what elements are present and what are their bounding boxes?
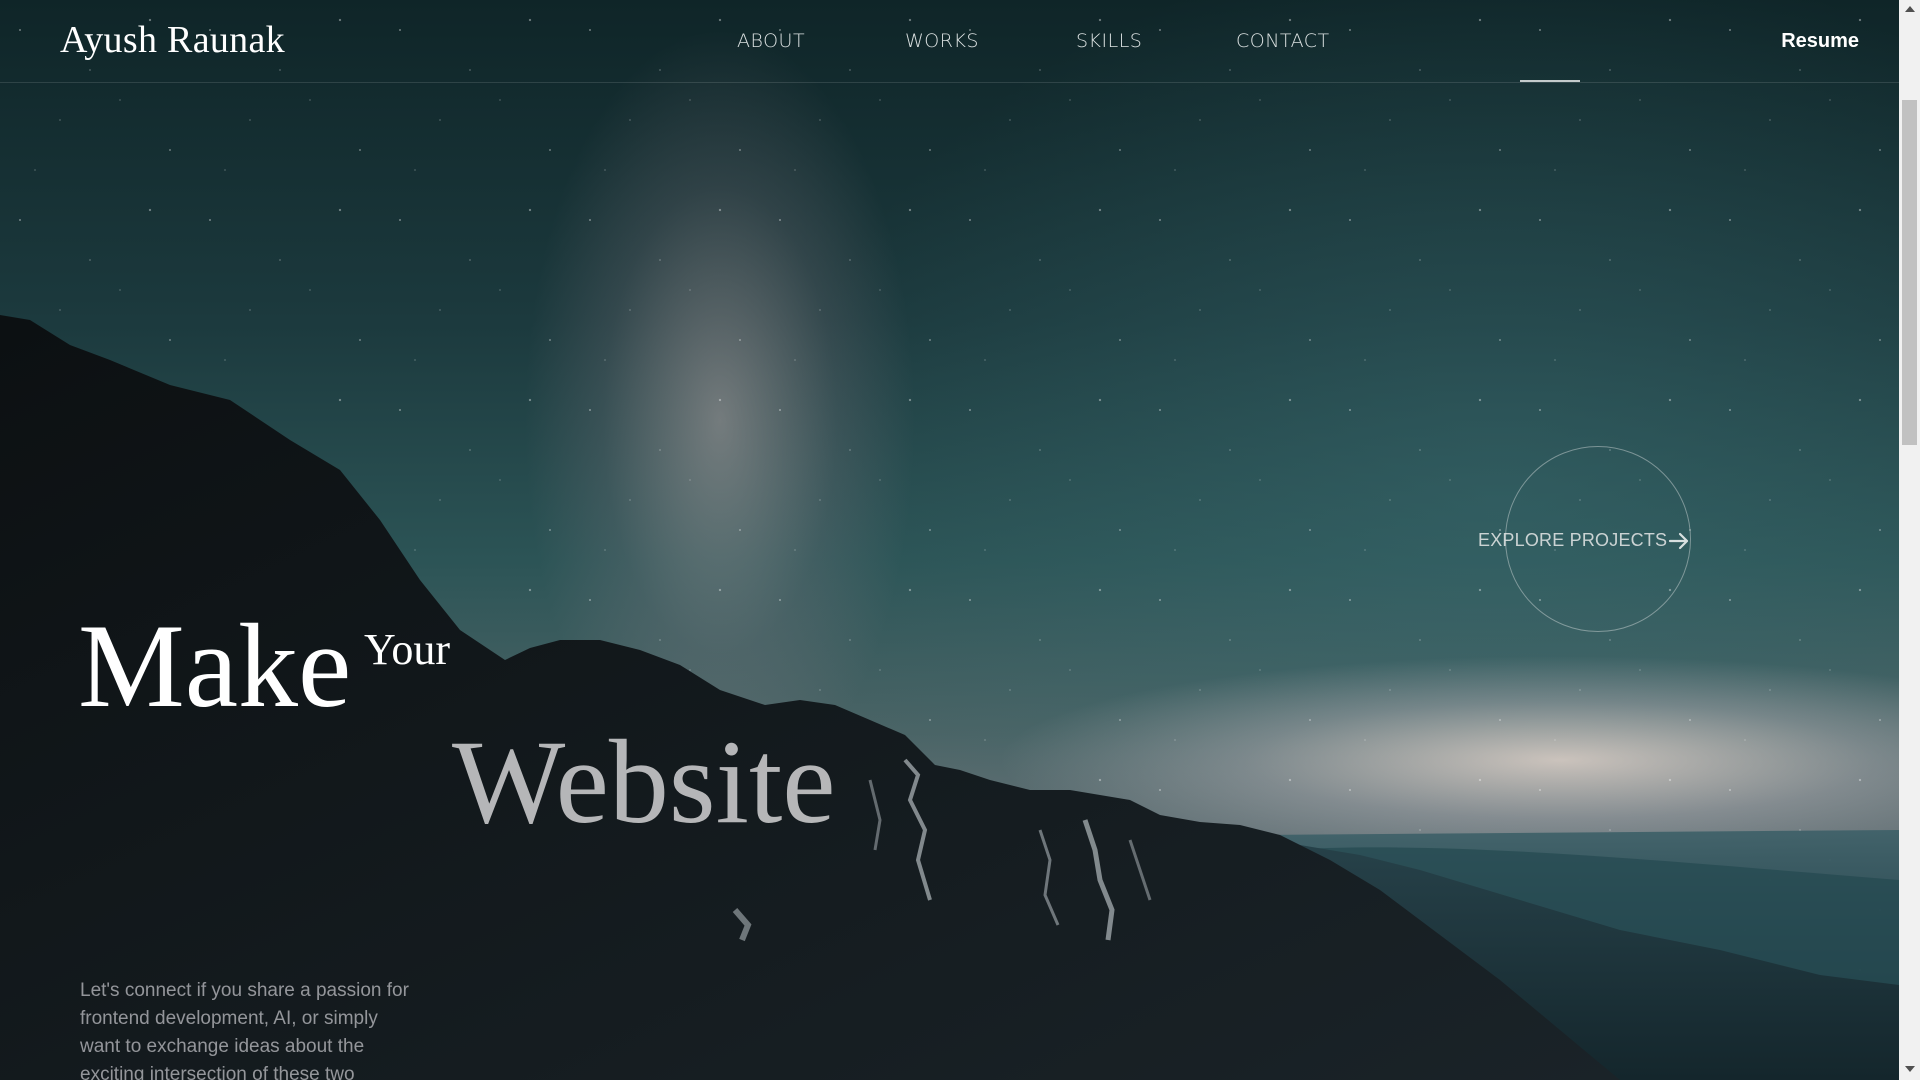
nav-skills[interactable]: SKILLS (1076, 30, 1142, 52)
resume-link[interactable]: Resume (1781, 30, 1859, 53)
hero-title-make: Make (78, 599, 352, 732)
hero-background: Ayush Raunak ABOUT WORKS SKILLS CONTACT … (0, 0, 1899, 1080)
nav-about[interactable]: ABOUT (737, 30, 805, 52)
hero-title-your: Your (364, 625, 451, 674)
explore-projects-label[interactable]: EXPLORE PROJECTS (1478, 530, 1667, 551)
scrollbar-thumb[interactable] (1902, 100, 1917, 445)
nav-works[interactable]: WORKS (905, 30, 979, 52)
hero-title-website: Website (452, 715, 836, 848)
brand-logo[interactable]: Ayush Raunak (60, 18, 285, 62)
scroll-down-icon[interactable] (1905, 1066, 1915, 1072)
scroll-up-icon[interactable] (1905, 6, 1915, 12)
intro-text: Let's connect if you share a passion for… (80, 980, 409, 1080)
arrow-right-icon[interactable] (1668, 530, 1690, 552)
top-navigation: Ayush Raunak ABOUT WORKS SKILLS CONTACT … (0, 0, 1899, 83)
nav-indicator (1520, 80, 1580, 82)
nav-contact[interactable]: CONTACT (1236, 30, 1330, 52)
